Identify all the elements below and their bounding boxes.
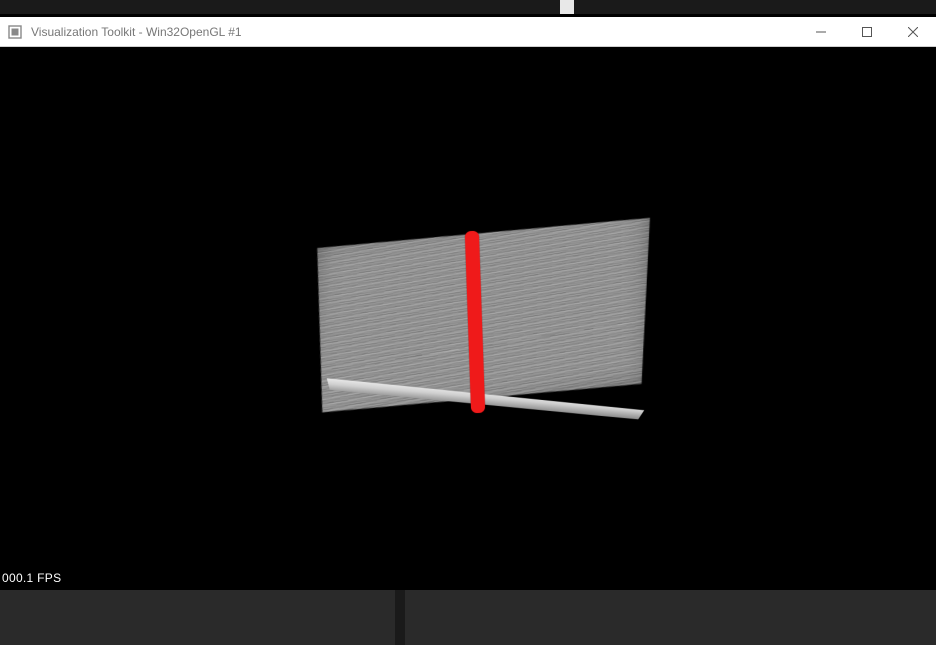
maximize-button[interactable] — [844, 17, 890, 47]
app-icon — [7, 24, 23, 40]
window-title: Visualization Toolkit - Win32OpenGL #1 — [29, 25, 798, 39]
bottom-panel-divider[interactable] — [395, 590, 405, 645]
window-controls — [798, 17, 936, 47]
minimize-button[interactable] — [798, 17, 844, 47]
scene-root — [300, 207, 660, 437]
titlebar[interactable]: Visualization Toolkit - Win32OpenGL #1 — [0, 17, 936, 47]
close-button[interactable] — [890, 17, 936, 47]
bottom-panel — [0, 590, 936, 645]
outer-top-bar — [0, 0, 936, 14]
render-viewport[interactable]: 000.1 FPS — [0, 47, 936, 587]
fps-readout: 000.1 FPS — [2, 571, 61, 585]
outer-top-marker — [560, 0, 574, 14]
app-window: Visualization Toolkit - Win32OpenGL #1 0… — [0, 17, 936, 587]
